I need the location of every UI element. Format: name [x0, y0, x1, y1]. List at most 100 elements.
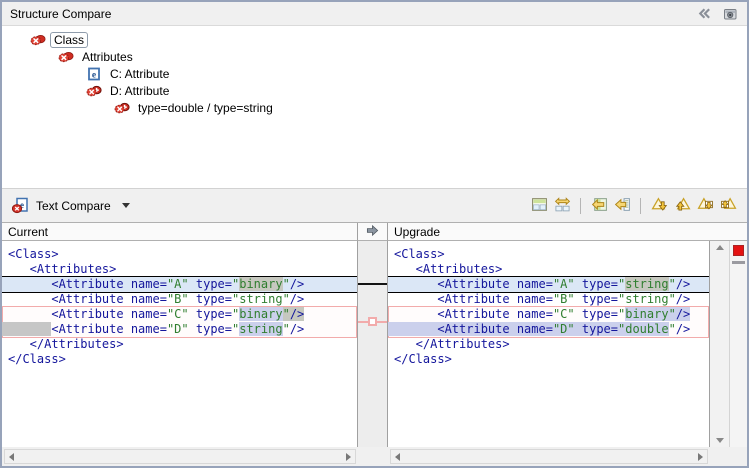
structure-compare-header: Structure Compare [2, 2, 747, 26]
code-line[interactable]: <Class> [388, 247, 709, 262]
scrollbar-corner [710, 447, 747, 466]
diff-block: <Attribute name="C" type="binary"/> <Att… [2, 306, 357, 338]
copy-current-right-to-left-button[interactable] [613, 196, 632, 215]
code-line[interactable]: <Attribute name="B" type="string"/> [2, 292, 357, 307]
diff-connector-column [358, 241, 388, 447]
code-block: </Attributes></Class> [388, 337, 709, 367]
right-code-area[interactable]: <Class> <Attributes> <Attribute name="A"… [388, 241, 710, 447]
code-block: <Attribute name="B" type="string"/> [388, 292, 709, 307]
copy-all-icon [591, 196, 608, 216]
scroll-right-icon[interactable] [698, 453, 703, 461]
code-block: <Class> <Attributes> [388, 247, 709, 277]
tree-item-attributes[interactable]: Attributes [2, 48, 747, 65]
left-pane-title: Current [8, 225, 48, 239]
chevron-down-icon [122, 203, 130, 208]
structure-header-buttons [695, 5, 739, 23]
code-line[interactable]: <Attribute name="C" type="binary"/> [389, 307, 708, 322]
right-pane-bottom [388, 447, 710, 466]
text-compare-menu[interactable]: e Text Compare [11, 197, 130, 215]
code-block: <Class> <Attributes> [2, 247, 357, 277]
tree-item-type-double-type-string[interactable]: type=double / type=string [2, 99, 747, 116]
swap-panes-icon [554, 196, 571, 216]
change-add-icon [86, 83, 102, 99]
code-line[interactable]: <Attribute name="D" type="string"/> [3, 322, 356, 337]
right-pane-title: Upgrade [394, 225, 440, 239]
code-line[interactable]: <Attributes> [2, 262, 357, 277]
toolbar-separator [640, 198, 641, 214]
structure-compare-title: Structure Compare [10, 7, 695, 21]
tree-item-label: Attributes [78, 49, 137, 65]
selected-diff-block: <Attribute name="A" type="binary"/> [2, 276, 357, 293]
text-compare-buttons [526, 196, 738, 215]
tree-item-label: C: Attribute [106, 66, 173, 82]
direction-arrow-icon [365, 224, 380, 240]
code-block: </Attributes></Class> [2, 337, 357, 367]
code-line[interactable]: </Attributes> [2, 337, 357, 352]
snapshot-button-camera-icon[interactable] [721, 5, 739, 23]
scroll-up-icon[interactable] [716, 245, 724, 250]
pane-layout-icon [531, 196, 548, 216]
code-line[interactable]: <Attribute name="B" type="string"/> [388, 292, 709, 307]
tree-item-d-attribute[interactable]: D: Attribute [2, 82, 747, 99]
center-bottom-gap [358, 447, 388, 466]
code-line[interactable]: </Class> [388, 352, 709, 367]
text-compare-icon: e [11, 197, 29, 215]
code-line[interactable]: <Attribute name="C" type="binary"/> [3, 307, 356, 322]
text-compare-title: Text Compare [36, 199, 111, 213]
right-pane-header: Upgrade [388, 223, 747, 241]
scroll-down-icon[interactable] [716, 438, 724, 443]
structure-compare-tree: ClassAttributes e C: AttributeD: Attribute… [2, 27, 747, 188]
code-line[interactable]: <Attributes> [388, 262, 709, 277]
previous-change-button[interactable] [719, 196, 738, 215]
next-change-button[interactable] [696, 196, 715, 215]
overview-diff-marker[interactable] [733, 245, 744, 256]
vertical-scrollbar[interactable] [710, 241, 730, 447]
code-line[interactable]: </Class> [2, 352, 357, 367]
next-difference-button[interactable] [650, 196, 669, 215]
code-line[interactable]: <Class> [2, 247, 357, 262]
overview-ruler [730, 241, 747, 447]
svg-text:e: e [92, 70, 96, 80]
next-change-icon [697, 196, 714, 216]
tree-item-c-attribute[interactable]: e C: Attribute [2, 65, 747, 82]
overview-position-line [732, 261, 745, 264]
change-add-icon [114, 100, 130, 116]
left-pane-header: Current [2, 223, 358, 241]
code-line[interactable]: <Attribute name="A" type="string"/> [388, 277, 709, 292]
next-diff-icon [651, 196, 668, 216]
code-line[interactable]: </Attributes> [388, 337, 709, 352]
change-icon [58, 49, 74, 65]
previous-difference-button[interactable] [673, 196, 692, 215]
scroll-right-icon[interactable] [346, 453, 351, 461]
center-header [358, 223, 388, 241]
element-e-icon: e [86, 66, 102, 82]
copy-all-right-to-left-button[interactable] [590, 196, 609, 215]
switch-pane-layout-button[interactable] [530, 196, 549, 215]
collapse-button-chevrons-left-icon[interactable] [695, 5, 713, 23]
text-compare-toolbar: e Text Compare [2, 188, 747, 222]
diff-block: <Attribute name="C" type="binary"/> <Att… [388, 306, 709, 338]
code-line[interactable]: <Attribute name="A" type="binary"/> [2, 277, 357, 292]
swap-left-right-button[interactable] [553, 196, 572, 215]
compare-editor-window: Structure Compare ClassAttributes e C: Att… [0, 0, 749, 468]
selected-diff-block: <Attribute name="A" type="string"/> [388, 276, 709, 293]
copy-current-icon [614, 196, 631, 216]
right-horizontal-scrollbar[interactable] [390, 449, 708, 464]
prev-diff-icon [674, 196, 691, 216]
tree-item-label: D: Attribute [106, 83, 173, 99]
code-line[interactable]: <Attribute name="D" type="double"/> [389, 322, 708, 337]
diff-connector-handle[interactable] [368, 317, 377, 326]
left-horizontal-scrollbar[interactable] [4, 449, 356, 464]
left-pane-bottom [2, 447, 358, 466]
tree-item-class[interactable]: Class [2, 31, 747, 48]
change-icon [30, 32, 46, 48]
code-block: <Attribute name="B" type="string"/> [2, 292, 357, 307]
toolbar-separator [580, 198, 581, 214]
left-code-area[interactable]: <Class> <Attributes> <Attribute name="A"… [2, 241, 358, 447]
scroll-left-icon[interactable] [395, 453, 400, 461]
scroll-left-icon[interactable] [9, 453, 14, 461]
tree-item-label: Class [50, 32, 88, 48]
tree-item-label: type=double / type=string [134, 100, 277, 116]
prev-change-icon [720, 196, 737, 216]
text-compare-panes: Current Upgrade <Class> <Attributes> <At… [2, 222, 747, 466]
